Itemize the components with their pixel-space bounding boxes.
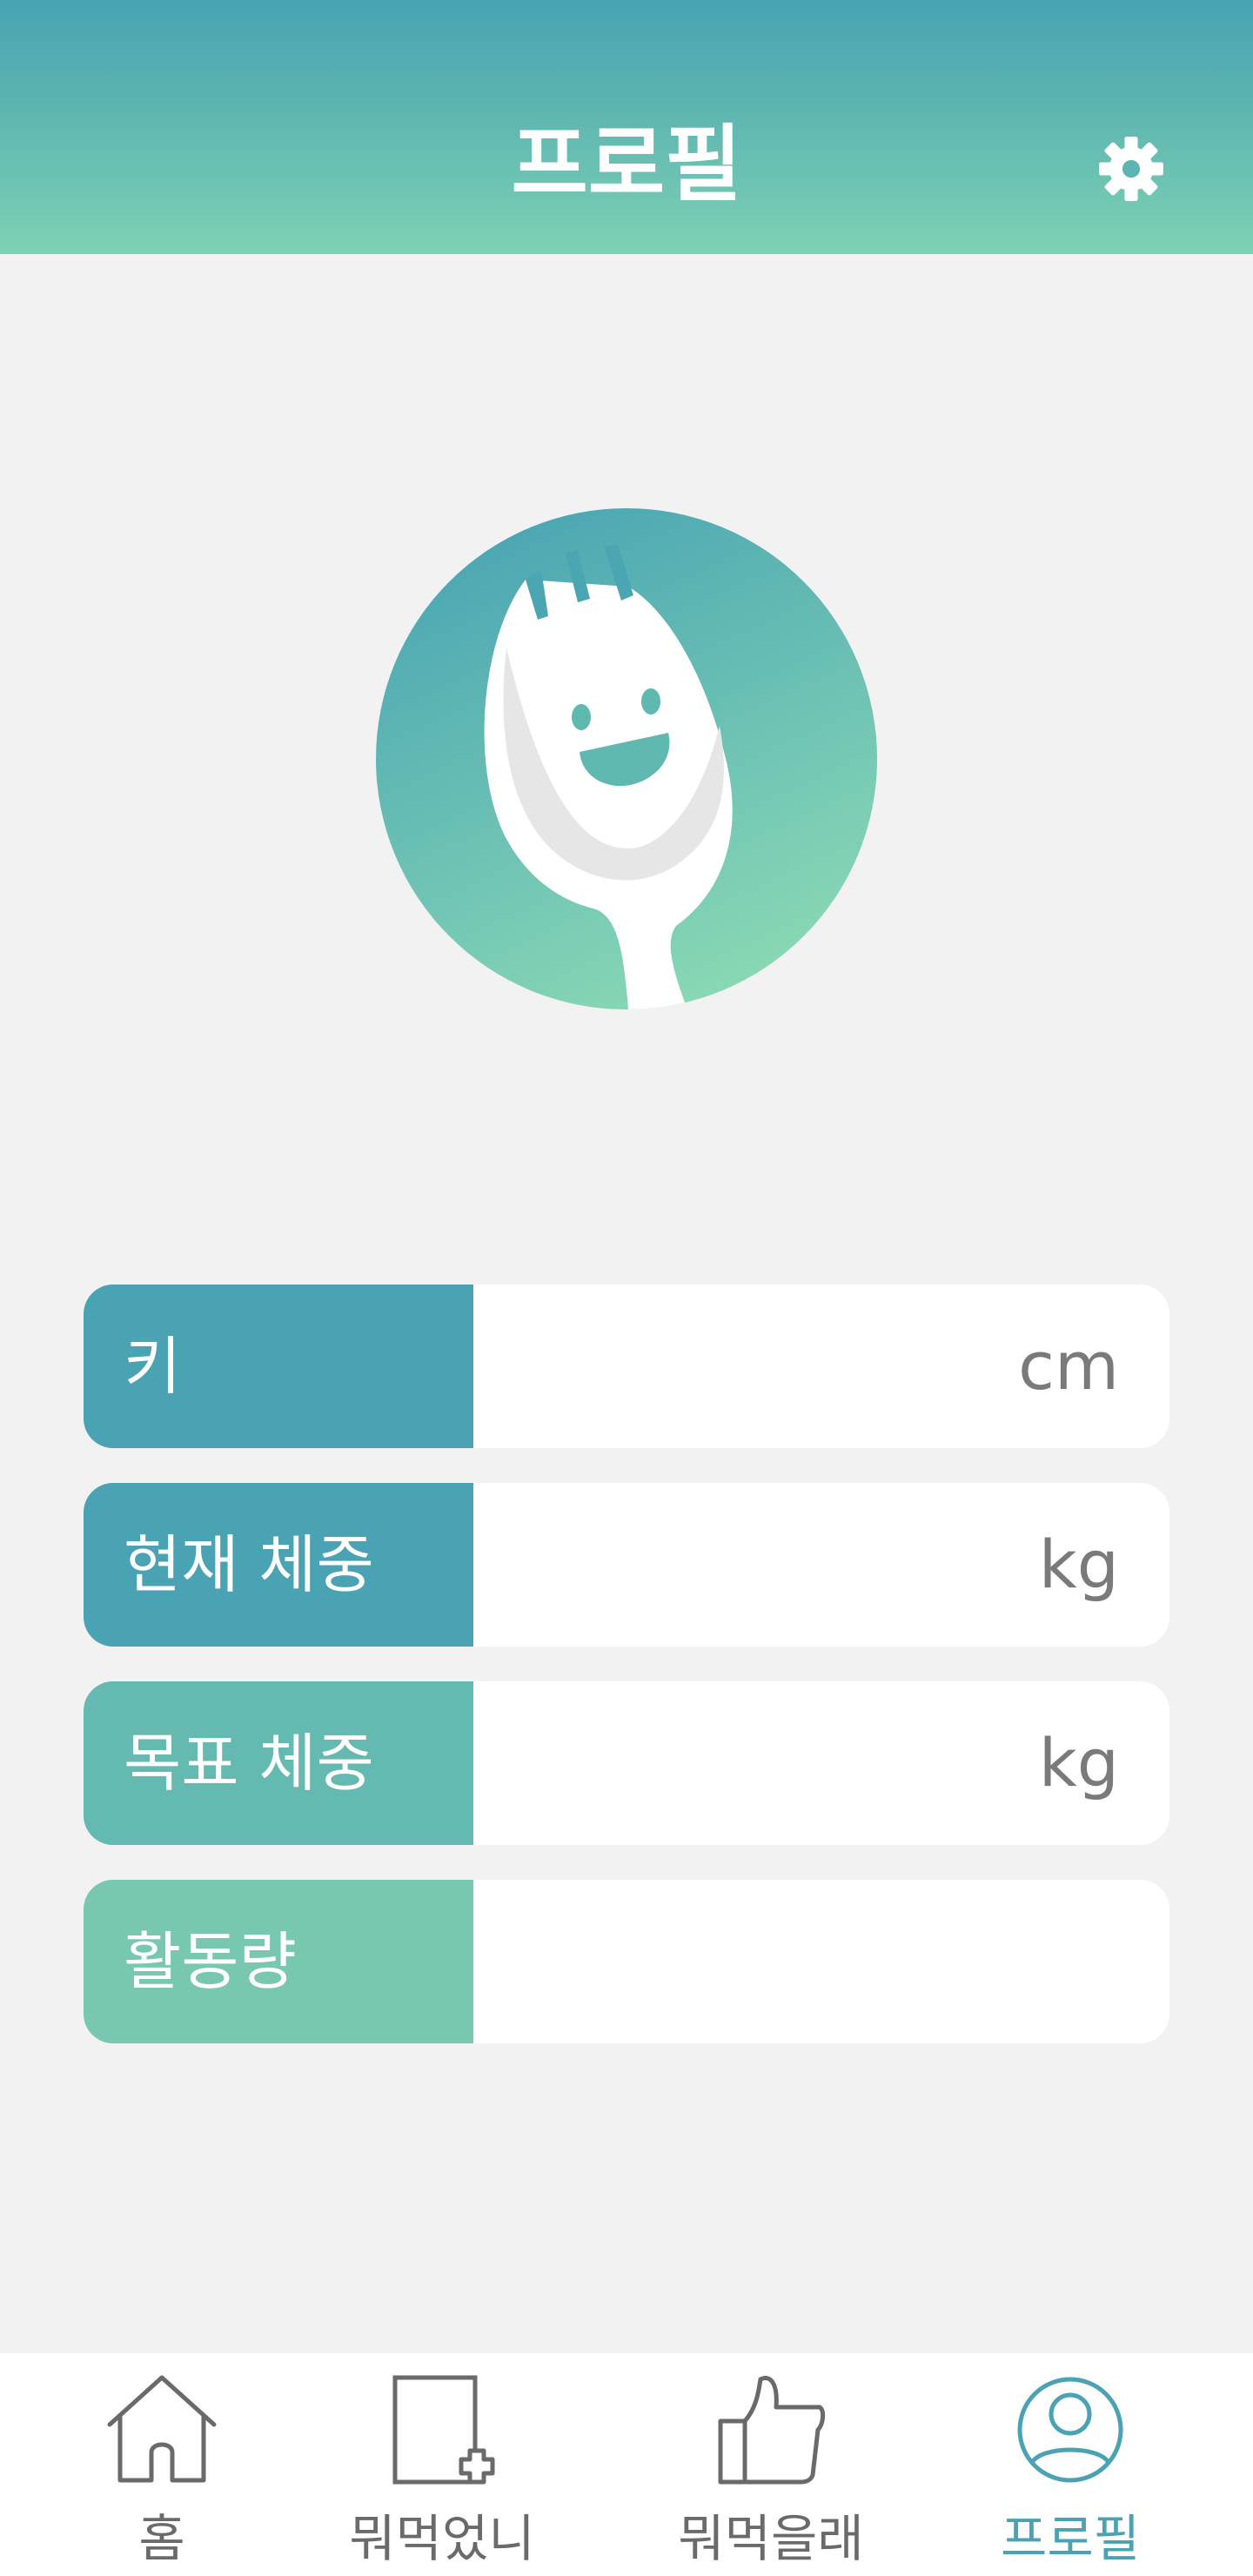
nav-item-meal-log[interactable]: 뭐먹었니 [312,2353,573,2576]
nav-label-profile: 프로필 [1000,2509,1141,2568]
current-weight-field: 현재 체중 kg [84,1483,1169,1647]
activity-level-select[interactable] [473,1880,1169,2043]
bottom-navigation: 홈 뭐먹었니 뭐먹을래 프로필 [0,2353,1253,2576]
nav-item-home[interactable]: 홈 [31,2353,292,2576]
home-icon [107,2375,217,2483]
thumbs-up-icon [718,2376,826,2485]
field-label-height: 키 [84,1285,473,1448]
activity-level-field: 활동량 [84,1880,1169,2043]
profile-icon [1017,2377,1123,2483]
spoon-mascot-icon [376,508,877,1010]
height-field: 키 cm [84,1285,1169,1448]
add-note-icon [392,2375,495,2485]
nav-item-recommend[interactable]: 뭐먹을래 [640,2353,901,2576]
nav-label-recommend: 뭐먹을래 [678,2509,864,2568]
field-label-activity-level: 활동량 [84,1880,473,2043]
page-title: 프로필 [511,116,742,213]
nav-label-home: 홈 [138,2509,185,2568]
current-weight-input[interactable]: kg [473,1483,1169,1647]
app-header: 프로필 [0,0,1253,254]
unit-label-cm: cm [1018,1327,1119,1405]
target-weight-field: 목표 체중 kg [84,1681,1169,1845]
height-input[interactable]: cm [473,1285,1169,1448]
unit-label-kg: kg [1038,1526,1119,1603]
gear-icon[interactable] [1095,132,1168,205]
nav-label-meal-log: 뭐먹었니 [349,2509,535,2568]
field-label-current-weight: 현재 체중 [84,1483,473,1647]
field-label-target-weight: 목표 체중 [84,1681,473,1845]
target-weight-input[interactable]: kg [473,1681,1169,1845]
nav-item-profile[interactable]: 프로필 [940,2353,1201,2576]
unit-label-kg: kg [1038,1724,1119,1801]
